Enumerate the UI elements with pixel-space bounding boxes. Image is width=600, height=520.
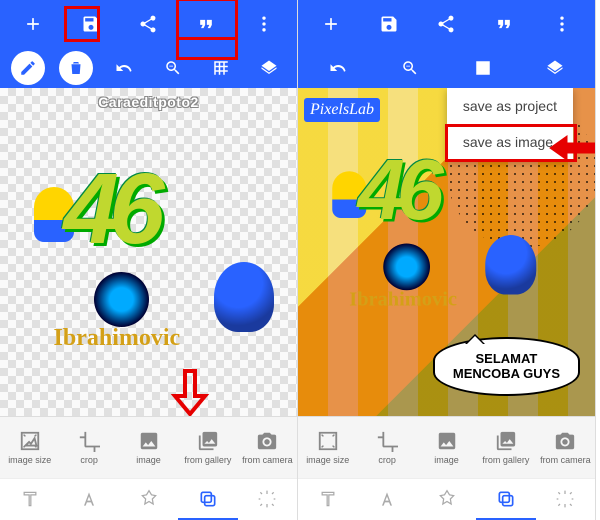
share-button[interactable] <box>131 7 165 41</box>
save-button[interactable] <box>372 7 406 41</box>
sub-toolbar-left <box>0 48 297 88</box>
left-app-panel: Caraeditpoto2 46 Ibrahimovic image size … <box>0 0 298 520</box>
save-as-project-item[interactable]: save as project <box>447 88 573 124</box>
sonic-character <box>485 235 536 295</box>
from-gallery-tool[interactable]: from gallery <box>178 417 237 478</box>
delete-button[interactable] <box>59 51 93 85</box>
number-46: 46 <box>64 152 155 267</box>
from-camera-tool[interactable]: from camera <box>238 417 297 478</box>
crop-tool[interactable]: crop <box>357 417 416 478</box>
image-tool[interactable]: image <box>417 417 476 478</box>
from-camera-tool[interactable]: from camera <box>536 417 595 478</box>
pixellab-badge: PixelsLab <box>304 98 380 122</box>
tool-label: from gallery <box>482 455 529 465</box>
tool-row-left: image size crop image from gallery from … <box>0 416 297 478</box>
undo-button[interactable] <box>107 51 141 85</box>
arrow-left-icon <box>547 133 595 168</box>
bubble-line2: MENCOBA GUYS <box>453 366 560 382</box>
zoom-out-button[interactable] <box>393 51 427 85</box>
top-toolbar-right <box>298 0 595 48</box>
from-gallery-tool[interactable]: from gallery <box>476 417 535 478</box>
top-toolbar-left <box>0 0 297 48</box>
more-button[interactable] <box>545 7 579 41</box>
zoom-out-button[interactable] <box>156 51 190 85</box>
canvas-right[interactable]: 46 Ibrahimovic SELAMAT MENCOBA GUYS save… <box>298 88 595 416</box>
tab-text[interactable] <box>298 479 357 520</box>
sonic-character <box>214 262 274 332</box>
more-button[interactable] <box>247 7 281 41</box>
image-size-tool[interactable]: image size <box>0 417 59 478</box>
tab-image[interactable] <box>476 479 535 520</box>
tab-row-left <box>0 478 297 520</box>
artwork-name: Ibrahimovic <box>54 325 181 352</box>
tool-label: from camera <box>540 455 591 465</box>
motorbike-rider <box>94 272 149 327</box>
tab-effects[interactable] <box>238 479 297 520</box>
tool-label: image <box>136 455 161 465</box>
tool-label: image size <box>8 455 51 465</box>
tool-label: crop <box>80 455 98 465</box>
tool-label: image <box>434 455 459 465</box>
share-button[interactable] <box>429 7 463 41</box>
tool-label: from gallery <box>184 455 231 465</box>
tab-image[interactable] <box>178 479 237 520</box>
tab-row-right <box>298 478 595 520</box>
number-46: 46 <box>357 142 435 240</box>
image-tool[interactable]: image <box>119 417 178 478</box>
tab-effects[interactable] <box>536 479 595 520</box>
artwork-name: Ibrahimovic <box>349 289 457 312</box>
layers-button[interactable] <box>538 51 572 85</box>
tab-shape[interactable] <box>119 479 178 520</box>
tab-text[interactable] <box>0 479 59 520</box>
bubble-line1: SELAMAT <box>453 351 560 367</box>
artwork-layer[interactable]: 46 Ibrahimovic <box>332 150 528 303</box>
add-button[interactable] <box>16 7 50 41</box>
quote-button[interactable] <box>487 7 521 41</box>
artwork-layer[interactable]: 46 Ibrahimovic <box>34 162 264 342</box>
grid-button[interactable] <box>466 51 500 85</box>
tab-font[interactable] <box>59 479 118 520</box>
edit-mode-button[interactable] <box>11 51 45 85</box>
grid-button[interactable] <box>204 51 238 85</box>
undo-button[interactable] <box>321 51 355 85</box>
quote-button[interactable] <box>189 7 223 41</box>
crop-tool[interactable]: crop <box>59 417 118 478</box>
right-app-panel: PixelsLab 46 Ibrahimovic SELAMAT MENCOBA… <box>298 0 596 520</box>
add-button[interactable] <box>314 7 348 41</box>
canvas-left[interactable]: Caraeditpoto2 46 Ibrahimovic <box>0 88 297 416</box>
tab-shape[interactable] <box>417 479 476 520</box>
tool-row-right: image size crop image from gallery from … <box>298 416 595 478</box>
sub-toolbar-right: PixelsLab <box>298 48 595 88</box>
motorbike-rider <box>383 244 430 291</box>
layers-button[interactable] <box>252 51 286 85</box>
arrow-down-icon <box>170 366 210 416</box>
watermark-text: Caraeditpoto2 <box>98 94 199 110</box>
tool-label: from camera <box>242 455 293 465</box>
speech-bubble: SELAMAT MENCOBA GUYS <box>433 337 580 396</box>
tab-font[interactable] <box>357 479 416 520</box>
tool-label: image size <box>306 455 349 465</box>
image-size-tool[interactable]: image size <box>298 417 357 478</box>
tool-label: crop <box>378 455 396 465</box>
save-button[interactable] <box>74 7 108 41</box>
